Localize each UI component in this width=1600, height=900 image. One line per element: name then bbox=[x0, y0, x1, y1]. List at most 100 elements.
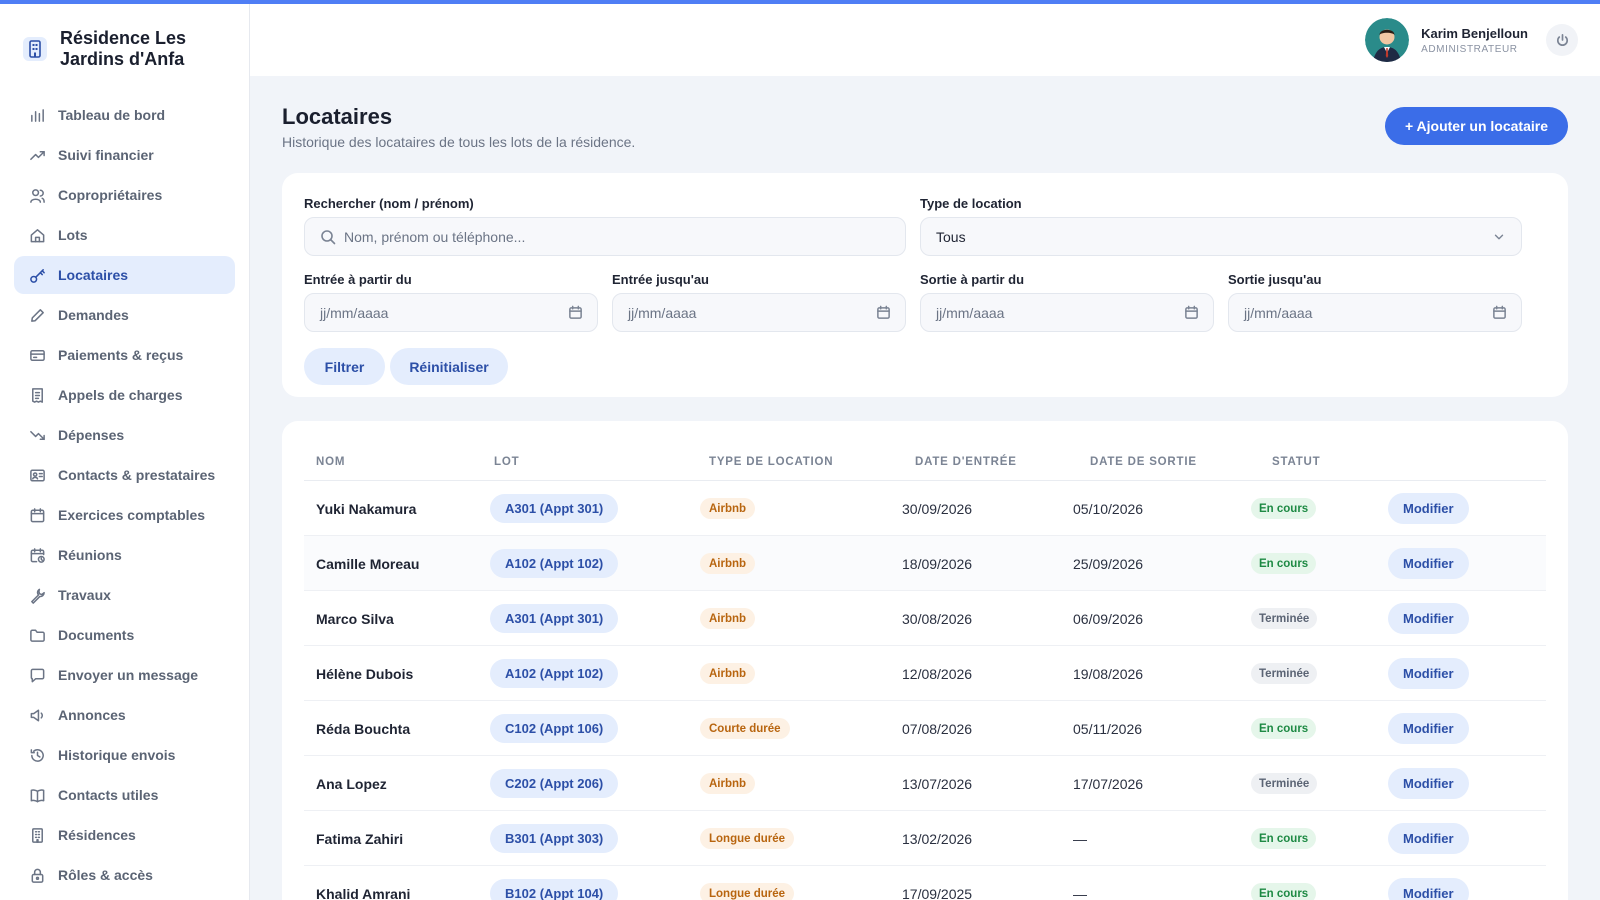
sidebar-item-documents[interactable]: Documents bbox=[14, 616, 235, 654]
sidebar-item-annonces[interactable]: Annonces bbox=[14, 696, 235, 734]
entry-to-date-field[interactable]: jj/mm/aaaa bbox=[612, 293, 906, 332]
sidebar-item-suivi-financier[interactable]: Suivi financier bbox=[14, 136, 235, 174]
entry-from-label: Entrée à partir du bbox=[304, 272, 412, 287]
status-badge: En cours bbox=[1251, 718, 1317, 739]
exit-from-date-field[interactable]: jj/mm/aaaa bbox=[920, 293, 1214, 332]
credit-card-icon bbox=[28, 346, 46, 364]
sidebar-item-exercices-comptables[interactable]: Exercices comptables bbox=[14, 496, 235, 534]
avatar[interactable] bbox=[1365, 18, 1410, 62]
entry-date: 30/09/2026 bbox=[902, 500, 973, 517]
type-select[interactable]: Tous bbox=[920, 217, 1522, 256]
building-icon bbox=[28, 826, 46, 844]
rental-type-badge: Courte durée bbox=[700, 718, 790, 739]
table-row: Fatima Zahiri B301 (Appt 303) Longue durée… bbox=[304, 811, 1546, 866]
column-header-name: NOM bbox=[316, 456, 346, 468]
entry-to-label: Entrée jusqu'au bbox=[612, 272, 709, 287]
calendar-icon bbox=[877, 305, 890, 319]
page-title: Locataires bbox=[282, 104, 393, 129]
sidebar-item-residences[interactable]: Résidences bbox=[14, 816, 235, 854]
sidebar-item-depenses[interactable]: Dépenses bbox=[14, 416, 235, 454]
chevron-down-icon bbox=[1494, 234, 1504, 239]
sidebar-item-contacts-utiles[interactable]: Contacts utiles bbox=[14, 776, 235, 814]
exit-from-label: Sortie à partir du bbox=[920, 272, 1025, 287]
edit-button[interactable]: Modifier bbox=[1388, 603, 1469, 634]
sidebar-item-appels-de-charges[interactable]: Appels de charges bbox=[14, 376, 235, 414]
lot-link[interactable]: A102 (Appt 102) bbox=[490, 549, 619, 578]
sidebar-item-label: Paiements & reçus bbox=[58, 347, 184, 363]
message-icon bbox=[28, 666, 46, 684]
calendar-icon bbox=[1185, 305, 1198, 319]
sidebar: Résidence Les Jardins d'Anfa Tableau de … bbox=[0, 4, 250, 900]
edit-button[interactable]: Modifier bbox=[1388, 548, 1469, 579]
lot-link[interactable]: B102 (Appt 104) bbox=[490, 879, 619, 900]
folder-icon bbox=[28, 626, 46, 644]
user-role: ADMINISTRATEUR bbox=[1421, 43, 1518, 55]
calendar-icon bbox=[28, 506, 46, 524]
calendar-icon bbox=[1493, 305, 1506, 319]
exit-date: 05/10/2026 bbox=[1073, 500, 1144, 517]
sidebar-item-travaux[interactable]: Travaux bbox=[14, 576, 235, 614]
sidebar-item-locataires[interactable]: Locataires bbox=[14, 256, 235, 294]
brand-name: Résidence Les Jardins d'Anfa bbox=[60, 28, 187, 69]
sidebar-item-lots[interactable]: Lots bbox=[14, 216, 235, 254]
search-input[interactable]: Nom, prénom ou téléphone... bbox=[304, 217, 906, 256]
lot-link[interactable]: C202 (Appt 206) bbox=[490, 769, 619, 798]
sidebar-item-coproprietaires[interactable]: Copropriétaires bbox=[14, 176, 235, 214]
lot-link[interactable]: B301 (Appt 303) bbox=[490, 824, 619, 853]
brand[interactable]: Résidence Les Jardins d'Anfa bbox=[0, 4, 249, 96]
date-placeholder: jj/mm/aaaa bbox=[628, 304, 697, 321]
exit-to-date-field[interactable]: jj/mm/aaaa bbox=[1228, 293, 1522, 332]
exit-date: — bbox=[1073, 885, 1087, 900]
edit-button[interactable]: Modifier bbox=[1388, 713, 1469, 744]
edit-button[interactable]: Modifier bbox=[1388, 768, 1469, 799]
sidebar-item-envoyer-un-message[interactable]: Envoyer un message bbox=[14, 656, 235, 694]
status-badge: Terminée bbox=[1251, 663, 1318, 684]
rental-type-badge: Airbnb bbox=[700, 498, 756, 519]
lot-link[interactable]: A301 (Appt 301) bbox=[490, 494, 619, 523]
user-menu: Karim Benjelloun ADMINISTRATEUR bbox=[1365, 18, 1578, 62]
entry-date: 17/09/2025 bbox=[902, 885, 973, 900]
entry-from-date-field[interactable]: jj/mm/aaaa bbox=[304, 293, 598, 332]
search-placeholder: Nom, prénom ou téléphone... bbox=[344, 228, 526, 245]
edit-button[interactable]: Modifier bbox=[1388, 493, 1469, 524]
sidebar-item-roles-acces[interactable]: Rôles & accès bbox=[14, 856, 235, 894]
lot-link[interactable]: C102 (Appt 106) bbox=[490, 714, 619, 743]
rental-type-badge: Airbnb bbox=[700, 773, 756, 794]
sidebar-item-contacts-prestataires[interactable]: Contacts & prestataires bbox=[14, 456, 235, 494]
sidebar-item-reunions[interactable]: Réunions bbox=[14, 536, 235, 574]
table-header: NOM LOT TYPE DE LOCATION DATE D'ENTRÉE D… bbox=[304, 443, 1546, 481]
status-badge: En cours bbox=[1251, 498, 1317, 519]
lot-link[interactable]: A102 (Appt 102) bbox=[490, 659, 619, 688]
sidebar-item-demandes[interactable]: Demandes bbox=[14, 296, 235, 334]
tenant-name: Camille Moreau bbox=[316, 555, 420, 572]
pencil-icon bbox=[28, 306, 46, 324]
add-tenant-button[interactable]: + Ajouter un locataire bbox=[1384, 107, 1568, 145]
building-logo-icon bbox=[23, 37, 47, 61]
lot-link[interactable]: A301 (Appt 301) bbox=[490, 604, 619, 633]
sidebar-item-label: Suivi financier bbox=[58, 147, 154, 163]
column-header-type: TYPE DE LOCATION bbox=[709, 456, 834, 468]
filter-button[interactable]: Filtrer bbox=[304, 348, 385, 385]
history-icon bbox=[28, 746, 46, 764]
sidebar-item-label: Travaux bbox=[58, 587, 111, 603]
entry-date: 12/08/2026 bbox=[902, 665, 973, 682]
sidebar-item-label: Demandes bbox=[58, 307, 129, 323]
sidebar-item-paiements-recus[interactable]: Paiements & reçus bbox=[14, 336, 235, 374]
user-name: Karim Benjelloun bbox=[1421, 25, 1528, 41]
entry-date: 07/08/2026 bbox=[902, 720, 973, 737]
column-header-entry-date: DATE D'ENTRÉE bbox=[915, 456, 1017, 468]
sidebar-item-label: Réunions bbox=[58, 547, 122, 563]
sidebar-item-historique-envois[interactable]: Historique envois bbox=[14, 736, 235, 774]
type-select-value: Tous bbox=[936, 228, 966, 245]
logout-button[interactable] bbox=[1546, 24, 1578, 56]
reset-button[interactable]: Réinitialiser bbox=[390, 348, 508, 385]
table-row: Réda Bouchta C102 (Appt 106) Courte durée 0… bbox=[304, 701, 1546, 756]
key-icon bbox=[28, 266, 46, 284]
tenants-table: NOM LOT TYPE DE LOCATION DATE D'ENTRÉE D… bbox=[282, 421, 1568, 900]
table-row: Marco Silva A301 (Appt 301) Airbnb 30/08/20… bbox=[304, 591, 1546, 646]
edit-button[interactable]: Modifier bbox=[1388, 658, 1469, 689]
sidebar-item-tableau-de-bord[interactable]: Tableau de bord bbox=[14, 96, 235, 134]
edit-button[interactable]: Modifier bbox=[1388, 878, 1469, 900]
home-icon bbox=[28, 226, 46, 244]
edit-button[interactable]: Modifier bbox=[1388, 823, 1469, 854]
